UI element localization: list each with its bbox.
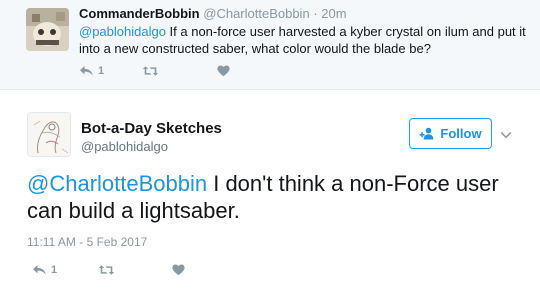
tweet-divider (0, 89, 540, 90)
parent-author-avatar[interactable] (26, 8, 69, 51)
main-like-button[interactable] (172, 264, 189, 276)
parent-reply-count: 1 (98, 65, 105, 77)
follow-button-label: Follow (440, 126, 482, 141)
main-mention-link[interactable]: @CharlotteBobbin (27, 171, 207, 196)
reply-icon (79, 65, 94, 77)
parent-tweet-actions: 1 (79, 63, 234, 79)
heart-icon (172, 264, 185, 276)
main-tweet-text: @CharlotteBobbin I don't think a non-For… (27, 170, 522, 224)
reply-icon (32, 264, 47, 276)
parent-tweet[interactable]: CommanderBobbin @CharlotteBobbin · 20m @… (0, 0, 540, 89)
parent-tweet-text: @pablohidalgo If a non-force user harves… (79, 23, 529, 57)
follow-button[interactable]: Follow (409, 118, 492, 149)
parent-reply-button[interactable]: 1 (79, 65, 104, 77)
retweet-icon (142, 65, 159, 77)
parent-tweet-time[interactable]: 20m (321, 6, 346, 21)
parent-author-name[interactable]: CommanderBobbin (79, 6, 200, 21)
parent-author-handle[interactable]: @CharlotteBobbin (203, 6, 309, 21)
add-user-icon (419, 127, 434, 140)
main-author-avatar[interactable] (27, 112, 71, 157)
main-reply-count: 1 (51, 264, 58, 276)
parent-mention-link[interactable]: @pablohidalgo (79, 24, 166, 39)
main-retweet-button[interactable] (98, 264, 119, 276)
parent-like-button[interactable] (217, 65, 234, 77)
more-options-button[interactable] (500, 127, 512, 139)
heart-icon (217, 65, 230, 77)
parent-tweet-header: CommanderBobbin @CharlotteBobbin · 20m (79, 6, 347, 21)
parent-separator: · (313, 6, 318, 21)
retweet-icon (98, 264, 115, 276)
main-author-name[interactable]: Bot-a-Day Sketches (81, 120, 222, 137)
main-tweet-timestamp[interactable]: 11:11 AM - 5 Feb 2017 (27, 235, 147, 249)
parent-retweet-button[interactable] (142, 65, 163, 77)
main-tweet-actions: 1 (32, 262, 189, 278)
main-author-handle[interactable]: @pablohidalgo (81, 139, 168, 154)
chevron-down-icon (500, 131, 512, 139)
main-reply-button[interactable]: 1 (32, 264, 57, 276)
